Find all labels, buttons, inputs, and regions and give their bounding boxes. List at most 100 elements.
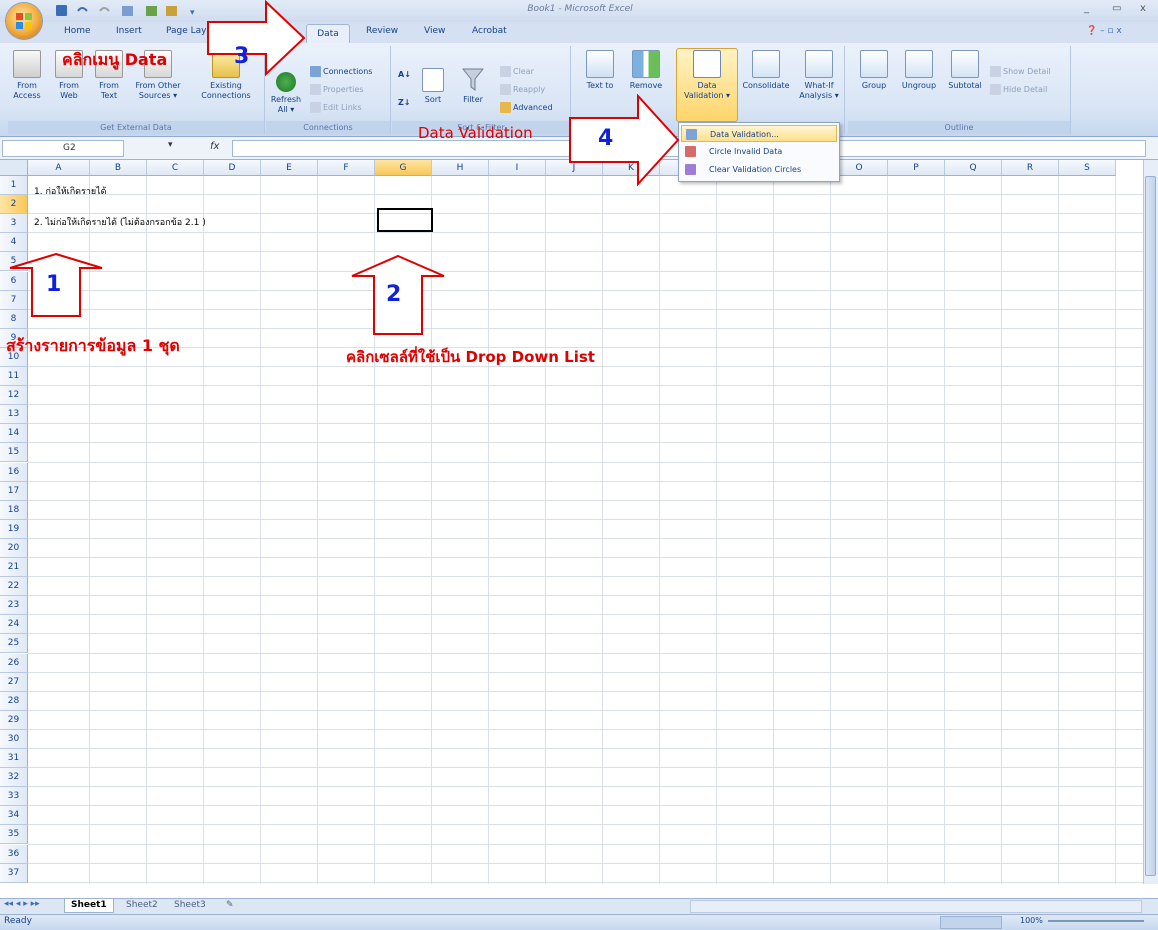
row-header-33[interactable]: 33 xyxy=(0,787,28,807)
column-header-g[interactable]: G xyxy=(375,160,432,176)
quick-access-toolbar[interactable]: ▾ xyxy=(50,4,210,18)
menu-item-circle-invalid-data[interactable]: Circle Invalid Data xyxy=(681,143,837,160)
row-header-12[interactable]: 12 xyxy=(0,386,28,406)
name-box-dropdown-icon[interactable]: ▾ xyxy=(168,140,173,150)
column-header-a[interactable]: A xyxy=(28,160,90,176)
sheet-nav-arrows[interactable]: ◂◂ ◂ ▸ ▸▸ xyxy=(4,899,40,909)
minimize-button[interactable]: _ xyxy=(1084,3,1089,14)
row-header-28[interactable]: 28 xyxy=(0,691,28,711)
column-header-i[interactable]: I xyxy=(489,160,546,176)
view-buttons[interactable] xyxy=(940,916,1002,929)
sheet-tab-sheet3[interactable]: Sheet3 xyxy=(168,899,212,912)
row-header-15[interactable]: 15 xyxy=(0,443,28,463)
row-header-27[interactable]: 27 xyxy=(0,672,28,692)
clear-filter-button[interactable]: Clear xyxy=(500,66,534,77)
connections-button[interactable]: Connections xyxy=(310,66,372,77)
column-header-f[interactable]: F xyxy=(318,160,375,176)
select-all-corner[interactable] xyxy=(0,160,28,176)
column-header-s[interactable]: S xyxy=(1059,160,1116,176)
vertical-scroll-thumb[interactable] xyxy=(1145,176,1156,876)
row-header-22[interactable]: 22 xyxy=(0,577,28,597)
row-header-36[interactable]: 36 xyxy=(0,844,28,864)
cell-a1[interactable]: 1. ก่อให้เกิดรายได้ xyxy=(34,184,107,198)
horizontal-scrollbar[interactable] xyxy=(690,900,1142,913)
row-header-26[interactable]: 26 xyxy=(0,653,28,673)
tab-review[interactable]: Review xyxy=(366,26,398,36)
row-header-13[interactable]: 13 xyxy=(0,405,28,425)
menu-item-clear-validation-circles[interactable]: Clear Validation Circles xyxy=(681,161,837,178)
show-detail-button[interactable]: Show Detail xyxy=(990,66,1051,77)
sort-descending-button[interactable]: Z↓ xyxy=(398,98,411,107)
button-label: Show Detail xyxy=(1003,67,1051,76)
filter-button[interactable]: Filter xyxy=(456,50,490,105)
row-header-34[interactable]: 34 xyxy=(0,806,28,826)
column-header-c[interactable]: C xyxy=(147,160,204,176)
row-header-2[interactable]: 2 xyxy=(0,195,28,215)
column-header-b[interactable]: B xyxy=(90,160,147,176)
row-header-30[interactable]: 30 xyxy=(0,729,28,749)
row-header-18[interactable]: 18 xyxy=(0,500,28,520)
subtotal-button[interactable]: Subtotal xyxy=(944,50,986,91)
what-if-analysis-button[interactable]: What-If Analysis ▾ xyxy=(796,50,842,101)
zoom-level[interactable]: 100% xyxy=(1020,916,1043,925)
insert-sheet-icon[interactable]: ✎ xyxy=(220,899,240,912)
insert-function-button[interactable]: fx xyxy=(210,141,219,152)
row-header-3[interactable]: 3 xyxy=(0,214,28,234)
column-header-d[interactable]: D xyxy=(204,160,261,176)
sheet-tab-sheet2[interactable]: Sheet2 xyxy=(120,899,164,912)
advanced-filter-button[interactable]: Advanced xyxy=(500,102,553,113)
active-cell-g2[interactable] xyxy=(377,208,433,232)
help-icon[interactable]: ❓ – ▫ x xyxy=(1086,26,1122,36)
sheet-tab-sheet1[interactable]: Sheet1 xyxy=(64,899,114,913)
column-header-e[interactable]: E xyxy=(261,160,318,176)
row-header-32[interactable]: 32 xyxy=(0,768,28,788)
column-header-q[interactable]: Q xyxy=(945,160,1002,176)
tab-data[interactable]: Data xyxy=(306,24,350,44)
row-header-25[interactable]: 25 xyxy=(0,634,28,654)
row-header-20[interactable]: 20 xyxy=(0,538,28,558)
button-label: Subtotal xyxy=(948,81,982,90)
row-header-19[interactable]: 19 xyxy=(0,519,28,539)
column-header-p[interactable]: P xyxy=(888,160,945,176)
reapply-button[interactable]: Reapply xyxy=(500,84,545,95)
office-button[interactable] xyxy=(6,3,42,39)
row-header-1[interactable]: 1 xyxy=(0,176,28,196)
row-header-17[interactable]: 17 xyxy=(0,481,28,501)
row-header-31[interactable]: 31 xyxy=(0,749,28,769)
group-button[interactable]: Group xyxy=(856,50,892,91)
name-box[interactable]: G2 xyxy=(2,140,124,157)
row-header-37[interactable]: 37 xyxy=(0,863,28,883)
remove-duplicates-button[interactable]: Remove xyxy=(626,50,666,91)
column-header-r[interactable]: R xyxy=(1002,160,1059,176)
tab-acrobat[interactable]: Acrobat xyxy=(472,26,507,36)
consolidate-button[interactable]: Consolidate xyxy=(738,50,794,91)
hide-detail-button[interactable]: Hide Detail xyxy=(990,84,1047,95)
row-header-21[interactable]: 21 xyxy=(0,558,28,578)
text-to-columns-button[interactable]: Text to xyxy=(578,50,622,91)
sort-button[interactable]: Sort xyxy=(416,50,450,105)
tab-insert[interactable]: Insert xyxy=(116,26,142,36)
tab-view[interactable]: View xyxy=(424,26,445,36)
ungroup-button[interactable]: Ungroup xyxy=(896,50,942,91)
close-button[interactable]: x xyxy=(1140,3,1146,14)
edit-links-button[interactable]: Edit Links xyxy=(310,102,362,113)
cell-a2[interactable]: 2. ไม่ก่อให้เกิดรายได้ (ไม่ต้องกรอกข้อ 2… xyxy=(34,215,206,229)
tab-home[interactable]: Home xyxy=(64,26,91,36)
from-access-button[interactable]: From Access xyxy=(10,50,44,101)
row-header-11[interactable]: 11 xyxy=(0,367,28,387)
sort-ascending-button[interactable]: A↓ xyxy=(398,70,411,79)
row-header-23[interactable]: 23 xyxy=(0,596,28,616)
row-header-4[interactable]: 4 xyxy=(0,233,28,253)
gridline-horizontal xyxy=(28,385,1143,387)
properties-button[interactable]: Properties xyxy=(310,84,363,95)
worksheet-grid[interactable]: ABCDEFGHIJKLMNOPQRS 12345678910111213141… xyxy=(0,160,1143,884)
row-header-14[interactable]: 14 xyxy=(0,424,28,444)
restore-button[interactable]: ▭ xyxy=(1112,3,1121,14)
row-header-35[interactable]: 35 xyxy=(0,825,28,845)
row-header-29[interactable]: 29 xyxy=(0,710,28,730)
zoom-slider[interactable] xyxy=(1048,920,1144,922)
row-header-24[interactable]: 24 xyxy=(0,615,28,635)
column-header-h[interactable]: H xyxy=(432,160,489,176)
menu-item-data-validation[interactable]: Data Validation... xyxy=(681,125,837,142)
row-header-16[interactable]: 16 xyxy=(0,462,28,482)
